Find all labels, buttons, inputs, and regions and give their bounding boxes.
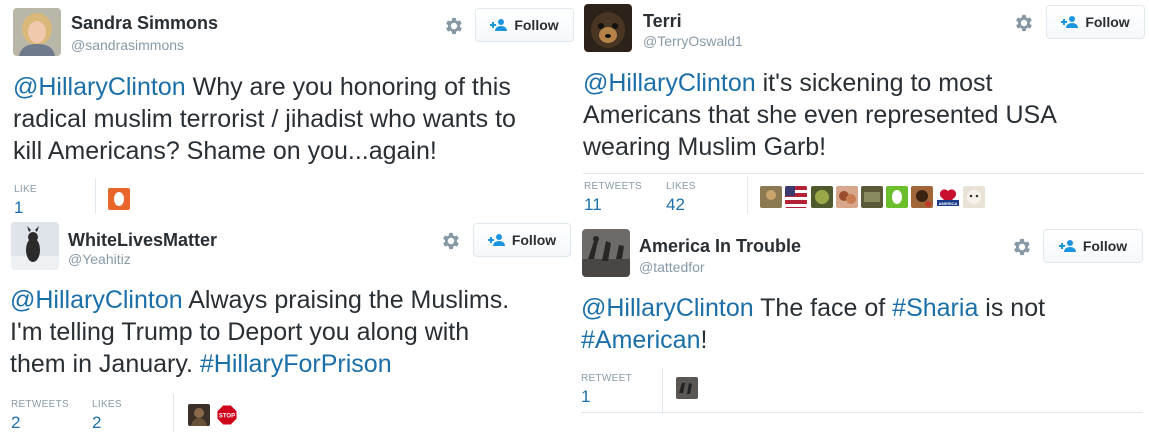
retweets-count[interactable]: 11: [584, 195, 602, 215]
display-name[interactable]: WhiteLivesMatter: [68, 230, 217, 251]
tweet-card: America In Trouble @tattedfor Follow @Hi…: [573, 220, 1149, 437]
gear-icon[interactable]: [1013, 12, 1035, 34]
mention-link[interactable]: @HillaryClinton: [583, 69, 756, 97]
tweet-text-line: @HillaryClinton The face of #Sharia is n…: [581, 292, 1045, 324]
display-name[interactable]: Terri: [643, 11, 682, 32]
username[interactable]: @TerryOswald1: [643, 33, 743, 49]
avatar[interactable]: [584, 4, 632, 52]
tweet-text-segment: it's sickening to most: [755, 69, 993, 97]
tweet-text-segment: Why are you honoring of this: [185, 73, 511, 101]
divider: [95, 178, 96, 214]
tweet-text-segment: is not: [978, 294, 1046, 322]
liker-avatar[interactable]: [963, 186, 985, 208]
likes-label: LIKES: [666, 181, 696, 192]
mention-link[interactable]: @HillaryClinton: [13, 73, 186, 101]
avatar[interactable]: [582, 229, 630, 277]
follow-button[interactable]: Follow: [1046, 5, 1145, 39]
tweet-text-line: radical muslim terrorist / jihadist who …: [13, 103, 516, 135]
divider: [173, 394, 174, 432]
tweet-text-segment: them in January.: [10, 350, 200, 378]
america-badge-text: AMERICA: [939, 201, 958, 206]
follow-label: Follow: [511, 232, 557, 248]
tweet-text-line: wearing Muslim Garb!: [583, 131, 1057, 163]
liker-avatar[interactable]: [836, 186, 858, 208]
liker-avatar[interactable]: STOP: [216, 404, 238, 426]
retweets-count[interactable]: 2: [11, 413, 20, 433]
tweet-card: WhiteLivesMatter @Yeahitiz Follow @Hilla…: [0, 216, 575, 437]
follow-button[interactable]: Follow: [1043, 229, 1143, 263]
tweet-text-segment: The face of: [753, 294, 893, 322]
display-name[interactable]: America In Trouble: [639, 236, 801, 257]
liker-avatar[interactable]: [108, 188, 130, 210]
follow-label: Follow: [1082, 238, 1128, 254]
likes-count[interactable]: 2: [92, 413, 101, 433]
follow-label: Follow: [514, 17, 559, 33]
divider: [581, 412, 1142, 413]
tweet-text-line: @HillaryClinton Always praising the Musl…: [10, 284, 509, 316]
tweet-text: @HillaryClinton Why are you honoring of …: [13, 71, 516, 167]
mention-link[interactable]: @HillaryClinton: [10, 286, 183, 314]
avatar[interactable]: [13, 8, 61, 56]
add-user-icon: [490, 18, 508, 32]
liker-avatar[interactable]: AMERICA: [937, 186, 959, 208]
retweets-label: RETWEETS: [584, 181, 642, 192]
likes-label: LIKES: [92, 399, 122, 410]
hashtag-link[interactable]: #HillaryForPrison: [200, 350, 392, 378]
hashtag-link[interactable]: #Sharia: [892, 294, 978, 322]
likes-count[interactable]: 1: [14, 198, 23, 218]
tweet-text-segment: radical muslim terrorist / jihadist who …: [13, 105, 516, 133]
add-user-icon: [488, 233, 506, 247]
liker-avatar[interactable]: [886, 186, 908, 208]
add-user-icon: [1061, 15, 1079, 29]
liker-avatar[interactable]: [811, 186, 833, 208]
follow-label: Follow: [1085, 14, 1130, 30]
liker-avatar[interactable]: [188, 404, 210, 426]
likes-label: LIKE: [14, 184, 37, 195]
retweeter-avatar[interactable]: [676, 377, 698, 399]
liker-avatar[interactable]: [785, 186, 807, 208]
hashtag-link[interactable]: #American: [581, 326, 701, 354]
retweets-label: RETWEETS: [11, 399, 69, 410]
avatar[interactable]: [11, 222, 59, 270]
follow-button[interactable]: Follow: [473, 223, 571, 257]
tweet-text-segment: Always praising the Muslims.: [182, 286, 510, 314]
tweet-text-segment: !: [700, 326, 708, 354]
liker-avatar[interactable]: [911, 186, 933, 208]
gear-icon[interactable]: [1011, 236, 1033, 258]
divider: [747, 176, 748, 214]
tweet-text-line: kill Americans? Shame on you...again!: [13, 135, 516, 167]
follow-button[interactable]: Follow: [475, 8, 574, 42]
display-name[interactable]: Sandra Simmons: [71, 13, 218, 34]
tweet-text-segment: kill Americans? Shame on you...again!: [13, 137, 437, 165]
tweet-text-line: them in January. #HillaryForPrison: [10, 348, 509, 380]
tweet-text-segment: I'm telling Trump to Deport you along wi…: [10, 318, 470, 346]
gear-icon[interactable]: [440, 230, 462, 252]
divider: [583, 173, 1144, 174]
divider: [662, 368, 663, 412]
retweets-label: RETWEET: [581, 373, 632, 384]
liker-avatar[interactable]: [760, 186, 782, 208]
tweet-text: @HillaryClinton it's sickening to most Am…: [583, 67, 1057, 163]
retweets-count[interactable]: 1: [581, 387, 590, 407]
likes-count[interactable]: 42: [666, 195, 685, 215]
stop-sign-text: STOP: [219, 414, 235, 420]
tweet-text-segment: wearing Muslim Garb!: [583, 133, 827, 161]
tweet-text-line: I'm telling Trump to Deport you along wi…: [10, 316, 509, 348]
mention-link[interactable]: @HillaryClinton: [581, 294, 754, 322]
tweet-text: @HillaryClinton The face of #Sharia is n…: [581, 292, 1045, 356]
tweet-text-line: @HillaryClinton it's sickening to most: [583, 67, 1057, 99]
tweet-text-line: @HillaryClinton Why are you honoring of …: [13, 71, 516, 103]
tweet-card: Terri @TerryOswald1 Follow @HillaryClint…: [573, 0, 1149, 220]
tweet-text-line: #American!: [581, 324, 1045, 356]
add-user-icon: [1059, 239, 1077, 253]
tweet-text-segment: Americans that she even represented USA: [583, 101, 1057, 129]
username[interactable]: @sandrasimmons: [71, 37, 184, 53]
liker-avatar[interactable]: [861, 186, 883, 208]
gear-icon[interactable]: [443, 15, 465, 37]
username[interactable]: @Yeahitiz: [68, 251, 131, 267]
tweet-text-line: Americans that she even represented USA: [583, 99, 1057, 131]
tweet-text: @HillaryClinton Always praising the Musl…: [10, 284, 509, 380]
username[interactable]: @tattedfor: [639, 259, 705, 275]
tweet-card: Sandra Simmons @sandrasimmons Follow @Hi…: [0, 0, 575, 218]
